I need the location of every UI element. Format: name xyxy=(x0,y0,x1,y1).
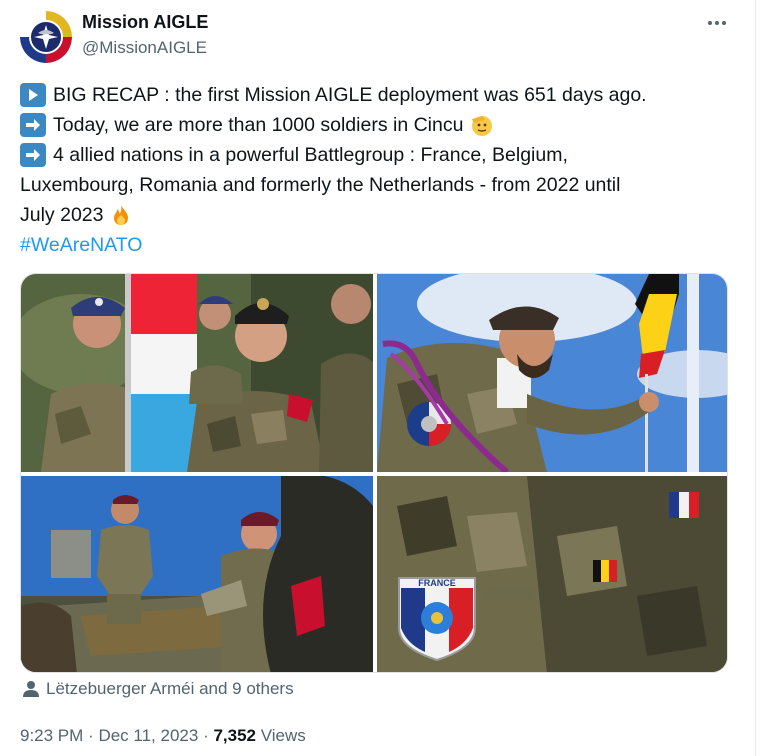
avatar[interactable] xyxy=(20,11,72,63)
tweet-card: Mission AIGLE @MissionAIGLE BIG RECAP : … xyxy=(0,0,756,756)
right-arrow-emoji-icon xyxy=(20,113,46,137)
tweet-line-text: Today, we are more than 1000 soldiers in… xyxy=(53,114,464,136)
views-label: Views xyxy=(260,726,306,745)
tweet-line-5: July 2023 xyxy=(20,200,736,230)
author-handle[interactable]: @MissionAIGLE xyxy=(82,38,207,58)
photo-soldier-belgian-flag[interactable] xyxy=(377,274,727,472)
tweet-meta: 9:23 PM · Dec 11, 2023 · 7,352 Views xyxy=(20,726,306,746)
tweet-line-text: Luxembourg, Romania and formerly the Net… xyxy=(20,174,621,196)
author-name[interactable]: Mission AIGLE xyxy=(82,12,208,33)
tweet-line-1: BIG RECAP : the first Mission AIGLE depl… xyxy=(20,80,736,110)
tweet-line-4: Luxembourg, Romania and formerly the Net… xyxy=(20,170,736,200)
liked-by-text: Lëtzebuerger Arméi and 9 others xyxy=(46,679,294,698)
hashtag-link[interactable]: #WeAreNATO xyxy=(20,230,142,260)
views-count: 7,352 xyxy=(213,726,257,745)
tweet-line-text: 4 allied nations in a powerful Battlegro… xyxy=(53,144,568,166)
meta-separator: · xyxy=(203,726,209,745)
person-icon xyxy=(23,681,39,697)
photo-france-patch[interactable]: FRANCE xyxy=(377,476,727,672)
tweet-line-text: BIG RECAP : the first Mission AIGLE depl… xyxy=(53,84,647,106)
saluting-face-emoji-icon xyxy=(469,113,493,137)
meta-separator: · xyxy=(88,726,94,745)
tweet-date[interactable]: Dec 11, 2023 xyxy=(98,726,198,745)
fire-emoji-icon xyxy=(109,203,133,227)
tweet-line-6: #WeAreNATO xyxy=(20,230,736,260)
photo-soldiers-luxembourg-flag[interactable] xyxy=(21,274,373,472)
tweet-line-3: 4 allied nations in a powerful Battlegro… xyxy=(20,140,736,170)
photo-grid[interactable]: FRANCE xyxy=(20,273,728,673)
tweet-line-2: Today, we are more than 1000 soldiers in… xyxy=(20,110,736,140)
tweet-text: BIG RECAP : the first Mission AIGLE depl… xyxy=(20,80,736,260)
more-options-icon[interactable] xyxy=(700,8,734,38)
play-button-emoji-icon xyxy=(20,83,46,107)
mission-aigle-logo xyxy=(20,11,72,63)
tweet-time[interactable]: 9:23 PM xyxy=(20,726,83,745)
photo-soldiers-on-vehicle[interactable] xyxy=(21,476,373,672)
liked-by[interactable]: Lëtzebuerger Arméi and 9 others xyxy=(22,679,294,699)
tweet-line-text: July 2023 xyxy=(20,204,104,226)
patch-label: FRANCE xyxy=(418,578,456,588)
right-arrow-emoji-icon xyxy=(20,143,46,167)
